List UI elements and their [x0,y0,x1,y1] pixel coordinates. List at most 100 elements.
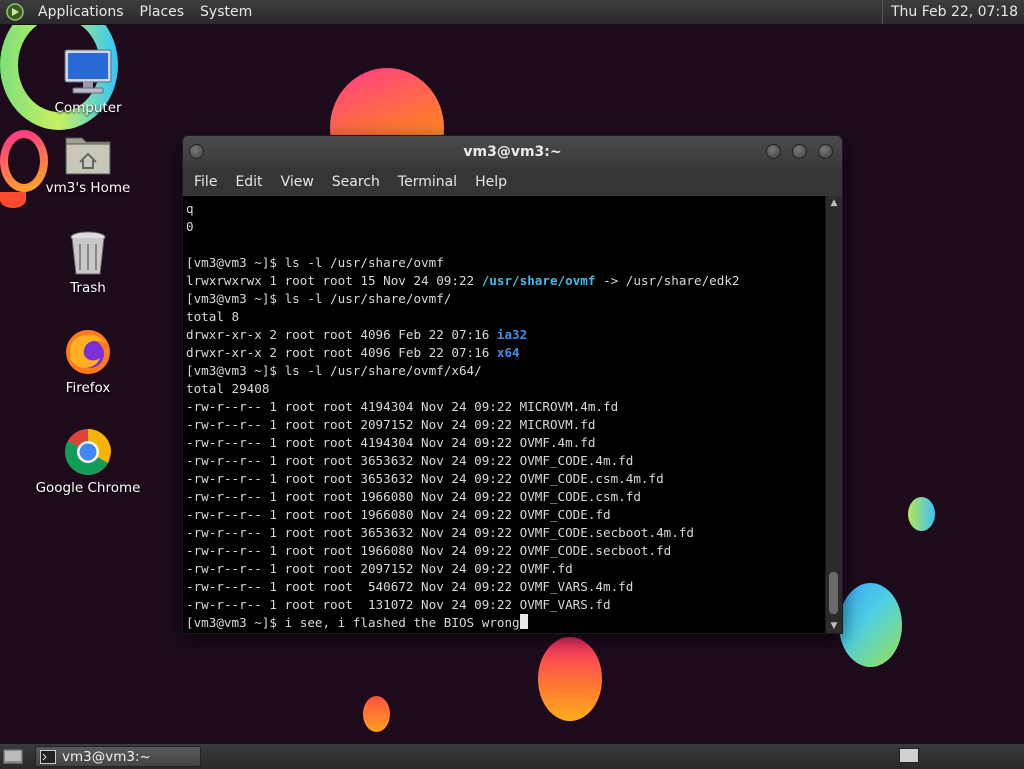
trash-icon [70,231,106,275]
terminal-line-text: -rw-r--r-- 1 root root 2097152 Nov 24 09… [186,417,596,432]
terminal-line-text: 0 [186,219,194,234]
scroll-down-arrow-icon[interactable]: ▼ [826,619,842,633]
terminal-line: -rw-r--r-- 1 root root 1966080 Nov 24 09… [186,506,740,524]
firefox-icon [66,330,110,374]
desktop-icon-label: Computer [54,100,122,116]
terminal-output: q 0 [vm3@vm3 ~]$ ls -l /usr/share/ovmf lrwx… [186,200,740,632]
terminal-line: -rw-r--r-- 1 root root 131072 Nov 24 09:… [186,596,740,614]
desktop-icon-label: Firefox [65,380,111,396]
terminal-line: [vm3@vm3 ~]$ ls -l /usr/share/ovmf/x64/ [186,362,740,380]
scrollbar-thumb[interactable] [829,572,838,614]
terminal-line: -rw-r--r-- 1 root root 540672 Nov 24 09:… [186,578,740,596]
menu-help[interactable]: Help [466,168,516,196]
terminal-line: -rw-r--r-- 1 root root 1966080 Nov 24 09… [186,542,740,560]
home-folder-icon [65,137,111,175]
show-desktop-icon[interactable] [2,747,24,766]
menu-terminal[interactable]: Terminal [389,168,466,196]
menu-file[interactable]: File [185,168,226,196]
system-menu[interactable]: System [192,0,260,24]
menu-search[interactable]: Search [323,168,389,196]
chrome-icon [65,429,111,475]
terminal-line: -rw-r--r-- 1 root root 2097152 Nov 24 09… [186,560,740,578]
terminal-line: lrwxrwxrwx 1 root root 15 Nov 24 09:22 /… [186,272,740,290]
terminal-line: total 8 [186,308,740,326]
terminal-line-text: drwxr-xr-x 2 root root 4096 Feb 22 07:16 [186,345,497,360]
terminal-line: -rw-r--r-- 1 root root 2097152 Nov 24 09… [186,416,740,434]
terminal-line-text: -rw-r--r-- 1 root root 3653632 Nov 24 09… [186,525,694,540]
terminal-line-text: -rw-r--r-- 1 root root 3653632 Nov 24 09… [186,471,664,486]
desktop-icon-label: Google Chrome [35,480,141,496]
terminal-cursor [519,614,528,629]
terminal-line: [vm3@vm3 ~]$ ls -l /usr/share/ovmf [186,254,740,272]
terminal-line-text: -rw-r--r-- 1 root root 2097152 Nov 24 09… [186,561,573,576]
desktop-icon-computer[interactable]: Computer [33,44,143,116]
terminal-line-text: -rw-r--r-- 1 root root 3653632 Nov 24 09… [186,453,634,468]
terminal-line-text: -rw-r--r-- 1 root root 1966080 Nov 24 09… [186,543,672,558]
terminal-line-text: -rw-r--r-- 1 root root 1966080 Nov 24 09… [186,507,611,522]
terminal-line-text: -rw-r--r-- 1 root root 131072 Nov 24 09:… [186,597,611,612]
bottom-panel: vm3@vm3:~ [0,743,1024,769]
terminal-line: 0 [186,218,740,236]
terminal-line: [vm3@vm3 ~]$ i see, i flashed the BIOS w… [186,614,740,632]
desktop-icon-home[interactable]: vm3's Home [33,124,143,196]
terminal-line-text: [vm3@vm3 ~]$ ls -l /usr/share/ovmf [186,255,444,270]
symlink-name: /usr/share/ovmf [481,273,596,288]
scroll-up-arrow-icon[interactable]: ▲ [826,196,842,210]
menu-view[interactable]: View [272,168,323,196]
applications-menu[interactable]: Applications [30,0,132,24]
terminal-line-text: -> /usr/share/edk2 [595,273,740,288]
terminal-line-text: q [186,201,194,216]
terminal-line: -rw-r--r-- 1 root root 4194304 Nov 24 09… [186,434,740,452]
terminal-line: total 29408 [186,380,740,398]
terminal-line-text: [vm3@vm3 ~]$ ls -l /usr/share/ovmf/ [186,291,452,306]
places-menu[interactable]: Places [132,0,193,24]
maximize-button[interactable] [792,144,807,159]
terminal-line-text: [vm3@vm3 ~]$ i see, i flashed the BIOS w… [186,615,520,630]
wallpaper-red-bubble [538,637,602,721]
directory-name: ia32 [496,327,528,342]
terminal-line-text: lrwxrwxrwx 1 root root 15 Nov 24 09:22 [186,273,482,288]
terminal-scrollbar[interactable]: ▲ ▼ [825,196,842,633]
terminal-line-text: -rw-r--r-- 1 root root 1966080 Nov 24 09… [186,489,641,504]
desktop-icon-chrome[interactable]: Google Chrome [33,424,143,496]
terminal-icon [40,749,56,764]
desktop-icon-firefox[interactable]: Firefox [33,324,143,396]
window-titlebar[interactable]: vm3@vm3:~ [183,136,842,168]
terminal-line: -rw-r--r-- 1 root root 4194304 Nov 24 09… [186,398,740,416]
terminal-line: -rw-r--r-- 1 root root 1966080 Nov 24 09… [186,488,740,506]
close-button[interactable] [818,144,833,159]
menu-edit[interactable]: Edit [226,168,271,196]
clock[interactable]: Thu Feb 22, 07:18 [881,0,1024,24]
wallpaper-small-orange-bubble [363,696,390,732]
terminal-line-text: -rw-r--r-- 1 root root 4194304 Nov 24 09… [186,435,596,450]
terminal-menubar: File Edit View Search Terminal Help [183,168,842,196]
terminal-line: -rw-r--r-- 1 root root 3653632 Nov 24 09… [186,470,740,488]
desktop-icon-trash[interactable]: Trash [33,224,143,296]
terminal-line-text: -rw-r--r-- 1 root root 540672 Nov 24 09:… [186,579,634,594]
desktop-icon-label: vm3's Home [45,180,131,196]
terminal-line: [vm3@vm3 ~]$ ls -l /usr/share/ovmf/ [186,290,740,308]
taskbar-task-label: vm3@vm3:~ [62,748,151,765]
terminal-window[interactable]: vm3@vm3:~ File Edit View Search Terminal… [182,135,843,634]
wallpaper-small-blue-bubble [908,497,935,531]
wallpaper-blue-bubble [839,583,902,667]
terminal-line: -rw-r--r-- 1 root root 3653632 Nov 24 09… [186,452,740,470]
terminal-line-text: [vm3@vm3 ~]$ ls -l /usr/share/ovmf/x64/ [186,363,482,378]
workspace-switcher[interactable] [899,748,919,763]
terminal-screen[interactable]: q 0 [vm3@vm3 ~]$ ls -l /usr/share/ovmf lrwx… [183,196,826,633]
terminal-line: drwxr-xr-x 2 root root 4096 Feb 22 07:16… [186,344,740,362]
terminal-line-text: total 29408 [186,381,270,396]
mate-logo-icon[interactable] [6,3,24,21]
terminal-line-text: total 8 [186,309,240,324]
terminal-line-text: -rw-r--r-- 1 root root 4194304 Nov 24 09… [186,399,619,414]
taskbar-terminal-button[interactable]: vm3@vm3:~ [35,746,201,767]
top-panel: Applications Places System Thu Feb 22, 0… [0,0,1024,25]
desktop-icon-label: Trash [70,280,106,296]
window-title: vm3@vm3:~ [463,144,562,160]
directory-name: x64 [496,345,520,360]
minimize-button[interactable] [766,144,781,159]
terminal-line: drwxr-xr-x 2 root root 4096 Feb 22 07:16… [186,326,740,344]
wallpaper-peek-bubble [0,192,26,208]
terminal-line: q [186,200,740,218]
